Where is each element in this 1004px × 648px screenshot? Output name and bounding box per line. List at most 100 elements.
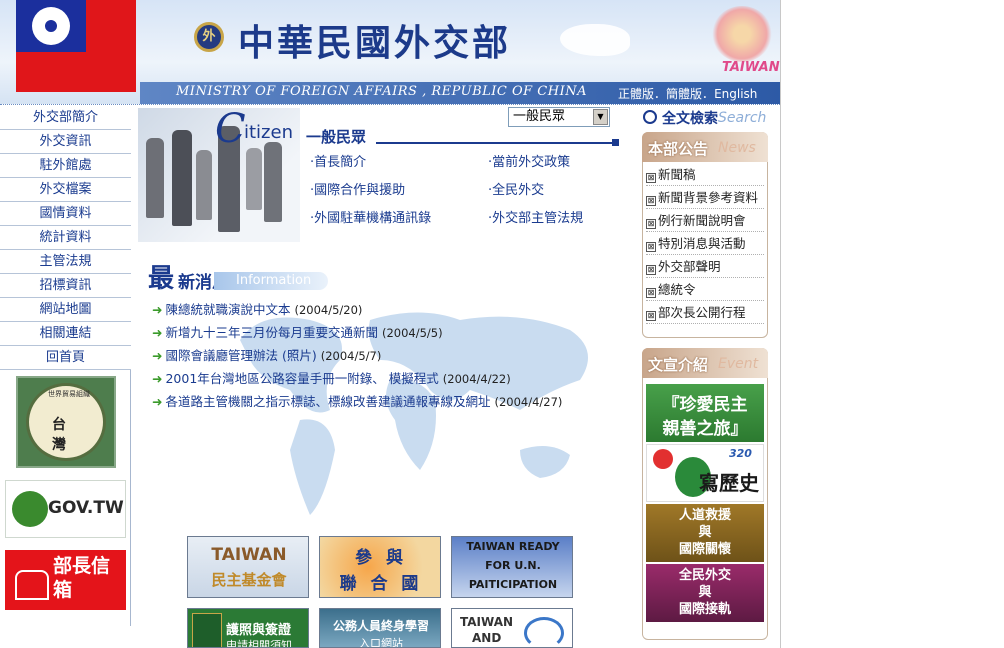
checkbox-icon: ⊠: [646, 288, 656, 298]
banner-text: 全民外交: [678, 568, 731, 583]
page: 外 中華民國外交部 TAIWAN MINISTRY OF FOREIGN AFF…: [0, 0, 1004, 648]
nav-item-regulations[interactable]: 主管法規: [0, 250, 131, 274]
announcement-item[interactable]: ⊠ 特別消息與活動: [646, 233, 764, 255]
green-arrow-icon: ➜: [152, 348, 163, 363]
minister-mailbox-banner[interactable]: 部長信箱: [5, 550, 126, 610]
citizen-link-laws[interactable]: ·外交部主管法規: [488, 207, 583, 226]
news-item[interactable]: ➜ 各道路主管機關之指示標誌、標線改善建議通報專線及網址 (2004/4/27): [152, 391, 562, 410]
citizen-link-cooperation[interactable]: ·國際合作與援助: [310, 179, 405, 198]
banner-text: 國際接軌: [678, 602, 731, 617]
banner-text: 與: [698, 585, 712, 600]
citizen-link-foreign-missions[interactable]: ·外國駐華機構通訊錄: [310, 207, 431, 226]
banner-text: 公務人員終身學習: [332, 619, 429, 633]
nav-item-links[interactable]: 相關連結: [0, 322, 131, 346]
nav-item-country-data[interactable]: 國情資料: [0, 202, 131, 226]
nav-item-sitemap[interactable]: 網站地圖: [0, 298, 131, 322]
lang-simplified-link[interactable]: 簡體版: [666, 87, 702, 101]
announcement-item[interactable]: ⊠ 例行新聞說明會: [646, 210, 764, 232]
nav-item-home[interactable]: 回首頁: [0, 346, 131, 370]
red-circle-icon: [653, 449, 673, 469]
ministry-name: MINISTRY OF FOREIGN AFFAIRS , REPUBLIC O…: [176, 84, 587, 99]
events-title: 文宣介紹: [648, 356, 709, 374]
announcement-item[interactable]: ⊠ 新聞稿: [646, 164, 764, 186]
event-320-history-banner[interactable]: 320 寫歷史: [646, 444, 764, 502]
announcements-header: 本部公告 News: [642, 132, 768, 162]
citizen-link-public-diplomacy[interactable]: ·全民外交: [488, 179, 544, 198]
banner-text: FOR U.N.: [485, 559, 541, 572]
news-item-text[interactable]: 國際會議廳管理辦法 (照片): [165, 348, 316, 363]
news-item[interactable]: ➜ 國際會議廳管理辦法 (照片) (2004/5/7): [152, 345, 381, 364]
banner-text: 親善之旅』: [662, 419, 748, 439]
event-humanitarian-banner[interactable]: 人道救援 與 國際關懷: [646, 504, 764, 562]
checkbox-icon: ⊠: [646, 265, 656, 275]
citizen-divider: [376, 142, 616, 144]
site-title: 中華民國外交部: [238, 22, 512, 64]
banner-text: 申請相關須知: [226, 639, 292, 648]
event-public-diplomacy-banner[interactable]: 全民外交 與 國際接軌: [646, 564, 764, 622]
wto-taiwan-banner[interactable]: 世界貿易組織 台 灣: [16, 376, 116, 468]
gov-tw-banner[interactable]: GOV.TW: [5, 480, 126, 538]
announcement-label[interactable]: 例行新聞說明會: [658, 213, 746, 228]
nav-item-tenders[interactable]: 招標資訊: [0, 274, 131, 298]
taiwan-and-wto-banner[interactable]: TAIWAN AND: [451, 608, 573, 648]
banner-text: 入口網站: [359, 637, 403, 648]
join-un-banner[interactable]: 參 與 聯 合 國: [319, 536, 441, 598]
news-item[interactable]: ➜ 新增九十三年三月份每月重要交通新聞 (2004/5/5): [152, 322, 443, 341]
nav-item-archives[interactable]: 外交檔案: [0, 178, 131, 202]
taiwan-democracy-foundation-banner[interactable]: TAIWAN 民主基金會: [187, 536, 309, 598]
banner-text: 國際關懷: [678, 542, 731, 557]
banner-text: 『珍愛民主: [662, 395, 748, 415]
green-arrow-icon: ➜: [152, 325, 163, 340]
seal-ring-text: 世界貿易組織: [48, 390, 90, 398]
news-item-date: (2004/5/5): [381, 326, 443, 340]
news-item-text[interactable]: 2001年台灣地區公路容量手冊一附錄、 模擬程式: [165, 371, 438, 386]
lang-english-link[interactable]: English: [714, 87, 757, 101]
page-edge-divider: [780, 0, 781, 648]
mailbox-icon: [15, 570, 49, 600]
announcement-item[interactable]: ⊠ 部次長公開行程: [646, 302, 764, 324]
passport-visa-banner[interactable]: 護照與簽證 申請相關須知: [187, 608, 309, 648]
green-arrow-icon: ➜: [152, 302, 163, 317]
announcement-label[interactable]: 總統令: [658, 282, 696, 297]
announcement-label[interactable]: 特別消息與活動: [658, 236, 746, 251]
news-item-date: (2004/5/7): [320, 349, 382, 363]
search-en-label[interactable]: Search: [718, 110, 766, 126]
news-item-text[interactable]: 新增九十三年三月份每月重要交通新聞: [165, 325, 378, 340]
audience-select[interactable]: 一般民眾 ▼: [508, 107, 610, 127]
fulltext-search-link[interactable]: 全文檢索: [662, 108, 718, 128]
announcement-item[interactable]: ⊠ 總統令: [646, 279, 764, 301]
taiwan-ready-un-banner[interactable]: TAIWAN READY FOR U.N. PAITICIPATION: [451, 536, 573, 598]
announcement-label[interactable]: 部次長公開行程: [658, 305, 746, 320]
nav-item-about[interactable]: 外交部簡介: [0, 106, 131, 130]
civil-servant-learning-banner[interactable]: 公務人員終身學習 入口網站: [319, 608, 441, 648]
announcement-label[interactable]: 新聞稿: [658, 167, 696, 182]
search-icon[interactable]: [643, 110, 657, 124]
announcement-label[interactable]: 外交部聲明: [658, 259, 721, 274]
nav-item-missions[interactable]: 駐外館處: [0, 154, 131, 178]
announcement-item[interactable]: ⊠ 新聞背景參考資料: [646, 187, 764, 209]
banner-text: 寫歷史: [699, 471, 759, 495]
checkbox-icon: ⊠: [646, 196, 656, 206]
citizen-link-policy[interactable]: ·當前外交政策: [488, 151, 570, 170]
checkbox-icon: ⊠: [646, 173, 656, 183]
nav-item-info[interactable]: 外交資訊: [0, 130, 131, 154]
plum-blossom-icon: [712, 6, 772, 62]
news-title-initial: 最: [148, 264, 175, 294]
citizen-divider-end: [612, 139, 619, 146]
passport-icon: [192, 613, 222, 647]
news-item-date: (2004/4/27): [494, 395, 563, 409]
announcement-item[interactable]: ⊠ 外交部聲明: [646, 256, 764, 278]
chevron-down-icon[interactable]: ▼: [593, 109, 608, 125]
lang-traditional-link[interactable]: 正體版: [618, 87, 654, 101]
news-item[interactable]: ➜ 陳總統就職演說中文本 (2004/5/20): [152, 299, 362, 318]
news-item[interactable]: ➜ 2001年台灣地區公路容量手冊一附錄、 模擬程式 (2004/4/22): [152, 368, 511, 387]
nav-item-statistics[interactable]: 統計資料: [0, 226, 131, 250]
news-item-text[interactable]: 陳總統就職演說中文本: [165, 302, 290, 317]
green-arrow-icon: ➜: [152, 371, 163, 386]
event-democracy-tour-banner[interactable]: 『珍愛民主 親善之旅』: [646, 384, 764, 442]
news-item-text[interactable]: 各道路主管機關之指示標誌、標線改善建議通報專線及網址: [165, 394, 490, 409]
taiwan-logo: TAIWAN: [722, 60, 780, 75]
events-header: 文宣介紹 Event: [642, 348, 768, 378]
announcement-label[interactable]: 新聞背景參考資料: [658, 190, 758, 205]
citizen-link-leaders[interactable]: ·首長簡介: [310, 151, 366, 170]
